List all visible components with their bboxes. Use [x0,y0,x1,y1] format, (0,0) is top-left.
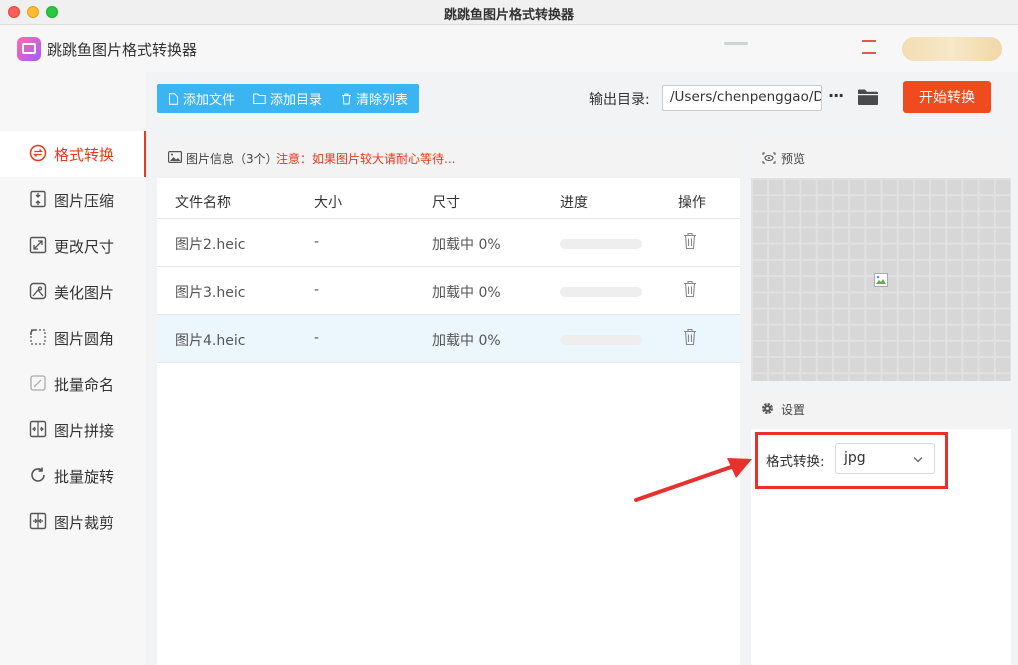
app-logo-icon [17,37,41,61]
window-title: 跳跳鱼图片格式转换器 [443,8,574,23]
column-header-name: 文件名称 [175,195,231,211]
clear-list-label: 清除列表 [356,93,409,108]
delete-icon[interactable] [683,328,697,346]
annotation-arrow-icon [634,458,752,502]
sidebar-item-label: 批量命名 [54,376,115,394]
sidebar-item-label: 更改尺寸 [54,238,115,256]
file-name: 图片3.heic [175,285,246,301]
gear-icon [762,403,773,414]
preview-header: 预览 [751,138,1011,178]
preview-panel: 预览 [751,138,1011,381]
settings-header: 设置 [751,388,1011,429]
sidebar-item-format-convert[interactable]: 格式转换 [0,131,146,177]
file-info-count: 图片信息（3个） [186,152,278,166]
delete-icon[interactable] [683,280,697,298]
sidebar-item-label: 图片拼接 [54,422,115,440]
add-folder-button[interactable]: 添加目录 [253,84,322,113]
compress-icon [30,190,46,208]
preview-title: 预览 [781,152,806,166]
sidebar: 格式转换 图片压缩 更改尺寸 美化图片 图片圆角 批量命名 图片拼接 批量旋转 … [0,72,146,665]
sidebar-item-rotate[interactable]: 批量旋转 [0,453,146,499]
sidebar-item-rounded-corner[interactable]: 图片圆角 [0,315,146,361]
rotate-icon [31,467,45,482]
table-row[interactable]: 图片4.heic - 加载中 0% [157,314,740,362]
output-dir-input[interactable]: /Users/chenpenggao/D [662,85,822,111]
rounded-corner-icon [30,329,46,345]
sidebar-item-beautify[interactable]: 美化图片 [0,269,146,315]
add-file-label: 添加文件 [183,93,236,108]
folder-icon [253,93,266,104]
sidebar-item-compress[interactable]: 图片压缩 [0,177,146,223]
app-header: 跳跳鱼图片格式转换器 [0,25,1018,72]
file-name: 图片2.heic [175,237,246,253]
progress-bar [560,287,642,297]
more-options-button[interactable]: ··· [828,86,848,108]
sidebar-item-resize[interactable]: 更改尺寸 [0,223,146,269]
app-name: 跳跳鱼图片格式转换器 [47,41,198,59]
progress-bar [560,335,642,345]
file-list-panel: 图片信息（3个） 注意：如果图片较大请耐心等待... 文件名称 大小 尺寸 进度… [157,138,740,665]
sidebar-item-label: 美化图片 [54,284,115,302]
file-toolbar: 添加文件 添加目录 清除列表 [157,84,419,113]
file-name: 图片4.heic [175,333,246,349]
file-size: - [314,234,320,250]
progress-bar [560,239,642,249]
add-folder-label: 添加目录 [270,93,323,108]
header-decoration [724,42,748,45]
open-folder-icon[interactable] [857,88,879,106]
delete-icon[interactable] [683,232,697,250]
sidebar-item-label: 图片裁剪 [54,514,115,532]
file-info-warning: 注意：如果图片较大请耐心等待... [276,152,456,166]
stitch-icon [29,420,47,438]
file-size: - [314,282,320,298]
start-convert-button[interactable]: 开始转换 [903,81,991,113]
table-divider [157,362,740,363]
trash-icon [342,93,351,104]
rename-icon [30,375,46,391]
sidebar-item-rename[interactable]: 批量命名 [0,361,146,407]
column-header-progress: 进度 [560,195,588,211]
clear-list-button[interactable]: 清除列表 [341,84,408,113]
settings-panel: 设置 格式转换: jpg [751,388,1011,665]
menu-icon-line [862,52,876,54]
sidebar-item-label: 图片圆角 [54,330,115,348]
account-pill-button[interactable] [902,37,1002,61]
crop-icon [29,512,47,530]
sidebar-item-crop[interactable]: 图片裁剪 [0,499,146,545]
image-icon [168,151,182,163]
beautify-icon [29,282,47,300]
format-convert-label: 格式转换: [766,454,825,470]
output-dir-label: 输出目录: [589,92,650,108]
file-dimensions: 加载中 0% [432,333,501,349]
table-row[interactable]: 图片3.heic - 加载中 0% [157,266,740,314]
sidebar-item-label: 格式转换 [54,146,115,164]
broken-image-icon [874,273,888,287]
title-bar: 跳跳鱼图片格式转换器 [0,0,1018,25]
file-info-bar: 图片信息（3个） 注意：如果图片较大请耐心等待... [157,138,740,178]
menu-icon[interactable] [862,40,876,42]
add-file-button[interactable]: 添加文件 [168,84,235,113]
file-size: - [314,330,320,346]
file-dimensions: 加载中 0% [432,285,501,301]
settings-title: 设置 [781,403,806,417]
chevron-down-icon [913,457,923,463]
resize-icon [29,236,47,254]
sidebar-item-label: 批量旋转 [54,468,115,486]
sidebar-item-stitch[interactable]: 图片拼接 [0,407,146,453]
sidebar-item-label: 图片压缩 [54,192,115,210]
format-convert-icon [29,144,47,162]
column-header-size: 大小 [314,195,342,211]
preview-eye-icon [762,152,776,164]
table-row[interactable]: 图片2.heic - 加载中 0% [157,218,740,266]
column-header-actions: 操作 [678,195,706,211]
column-header-dimensions: 尺寸 [432,195,460,211]
file-icon [169,92,178,105]
format-select-value: jpg [844,450,866,466]
format-select[interactable]: jpg [835,443,935,474]
file-dimensions: 加载中 0% [432,237,501,253]
